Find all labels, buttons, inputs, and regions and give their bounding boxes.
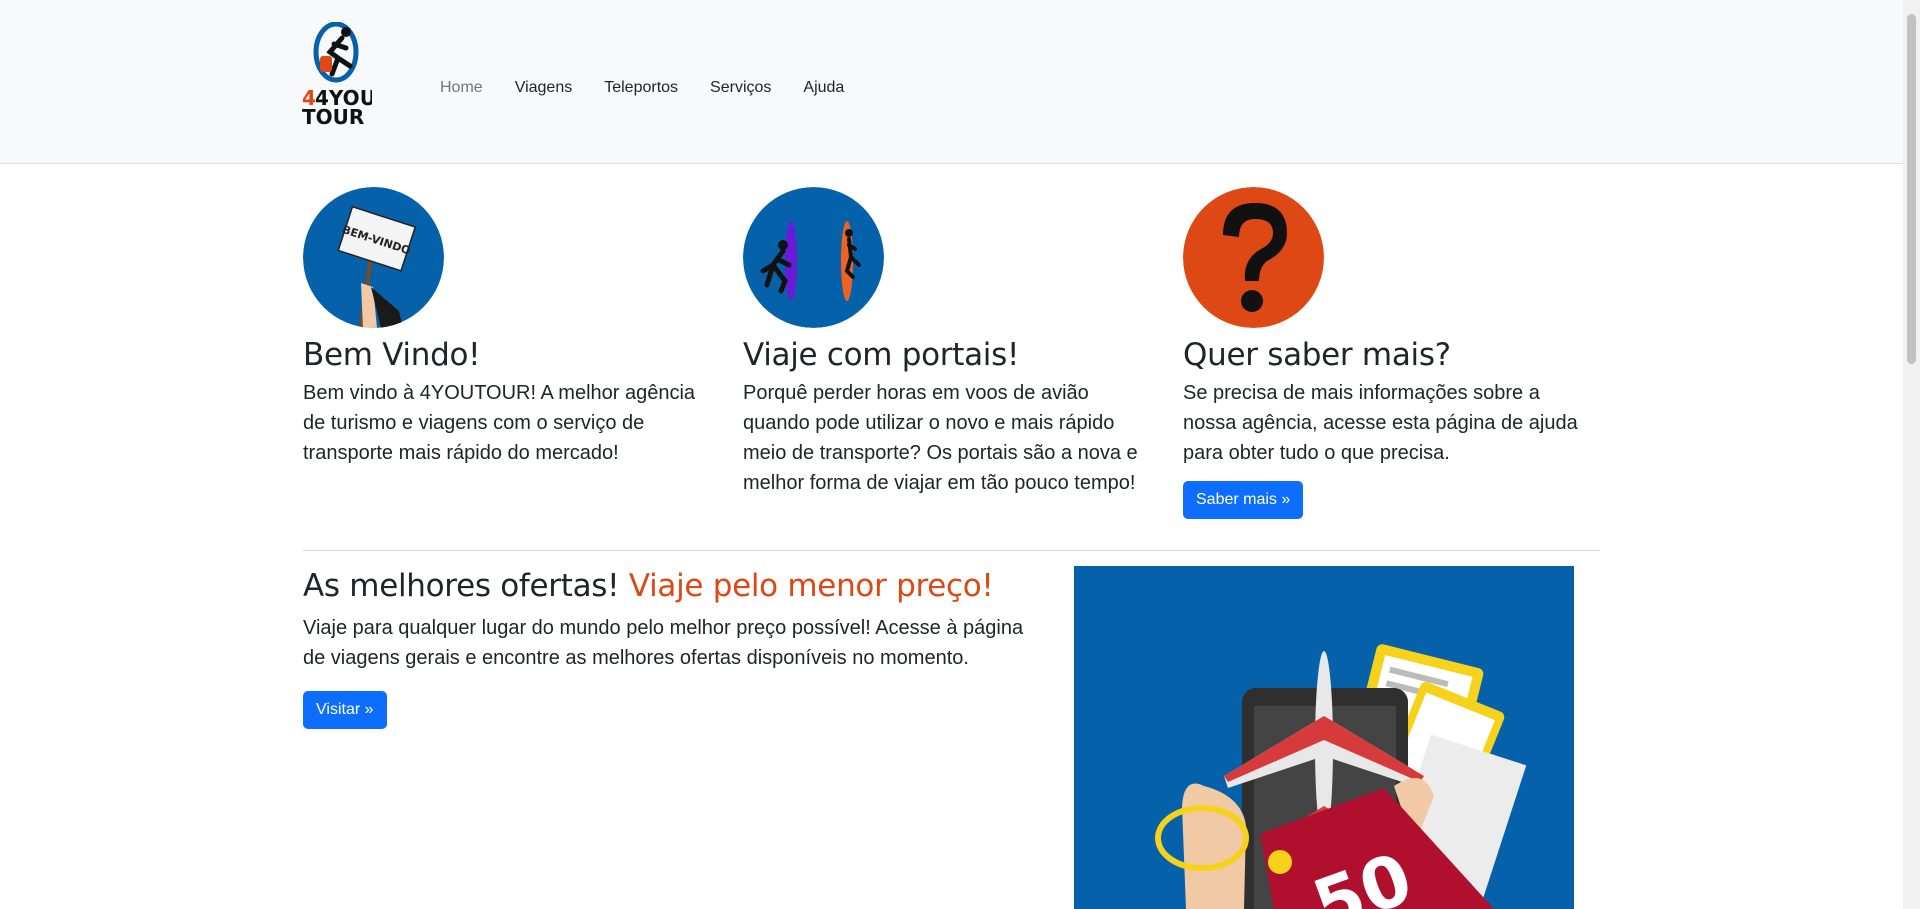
question-mark-icon bbox=[1183, 187, 1324, 328]
nav-ajuda[interactable]: Ajuda bbox=[787, 76, 860, 100]
brand-logo[interactable]: 4 4YOU TOUR bbox=[302, 22, 372, 126]
visitar-button[interactable]: Visitar » bbox=[303, 691, 387, 729]
feature-text: Bem vindo à 4YOUTOUR! A melhor agência d… bbox=[303, 382, 696, 464]
portal-image bbox=[743, 187, 884, 328]
feature-title: Viaje com portais! bbox=[743, 337, 1020, 373]
brand-line2: TOUR bbox=[302, 105, 364, 126]
vertical-scrollbar[interactable] bbox=[1903, 0, 1920, 909]
offer-section: As melhores ofertas! Viaje pelo menor pr… bbox=[303, 566, 1043, 729]
feature-help: Quer saber mais? Se precisa de mais info… bbox=[1183, 187, 1588, 519]
nav-home[interactable]: Home bbox=[440, 76, 499, 100]
saber-mais-button[interactable]: Saber mais » bbox=[1183, 481, 1304, 519]
nav-viagens[interactable]: Viagens bbox=[499, 76, 589, 100]
offer-heading: As melhores ofertas! Viaje pelo menor pr… bbox=[303, 566, 1043, 606]
offer-title-accent: Viaje pelo menor preço! bbox=[628, 568, 994, 604]
travel-deals-image: 50 bbox=[1074, 566, 1574, 909]
main-nav: Home Viagens Teleportos Serviços Ajuda bbox=[440, 76, 860, 100]
feature-portals: Viaje com portais! Porquê perder horas e… bbox=[743, 187, 1148, 498]
phone-tickets-illustration: 50 bbox=[1155, 644, 1527, 909]
offer-text: Viaje para qualquer lugar do mundo pelo … bbox=[303, 617, 1024, 669]
feature-text: Se precisa de mais informações sobre a n… bbox=[1183, 382, 1578, 464]
section-divider bbox=[303, 550, 1600, 551]
scrollbar-thumb[interactable] bbox=[1907, 14, 1916, 364]
welcome-sign-image: BEM-VINDO bbox=[303, 187, 444, 328]
offer-title: As melhores ofertas! bbox=[303, 568, 620, 604]
nav-servicos[interactable]: Serviços bbox=[694, 76, 787, 100]
nav-teleportos[interactable]: Teleportos bbox=[588, 76, 694, 100]
feature-welcome: BEM-VINDO Bem Vindo! Bem vindo à 4YOUTOU… bbox=[303, 187, 708, 468]
navbar: 4 4YOU TOUR Home Viagens Teleportos Serv… bbox=[0, 0, 1903, 164]
feature-title: Bem Vindo! bbox=[303, 337, 481, 373]
feature-title: Quer saber mais? bbox=[1183, 337, 1451, 373]
feature-text: Porquê perder horas em voos de avião qua… bbox=[743, 382, 1138, 494]
